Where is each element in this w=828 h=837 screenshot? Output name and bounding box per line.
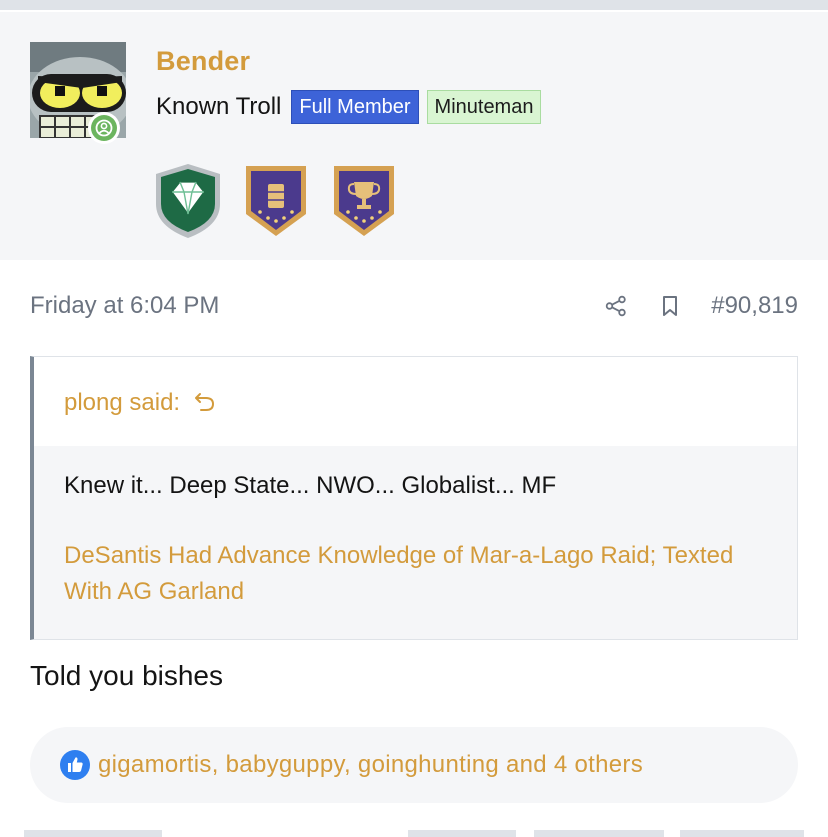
quote-author-link[interactable]: plong said: bbox=[64, 389, 180, 417]
share-icon[interactable] bbox=[603, 293, 629, 319]
user-info-panel: Bender Known Troll Full Member Minuteman bbox=[0, 12, 828, 260]
post-actions: #90,819 bbox=[575, 292, 798, 320]
quote-text: Knew it... Deep State... NWO... Globalis… bbox=[64, 472, 557, 499]
post-date-link[interactable]: Friday at 6:04 PM bbox=[30, 292, 219, 320]
top-divider bbox=[0, 0, 828, 10]
go-to-quote-icon[interactable] bbox=[194, 391, 216, 418]
username-link[interactable]: Bender bbox=[156, 46, 250, 77]
quote-content: Knew it... Deep State... NWO... Globalis… bbox=[34, 446, 797, 639]
bookmark-icon[interactable] bbox=[657, 293, 683, 319]
bottom-toolbar-edge bbox=[408, 830, 516, 837]
trophy-list bbox=[150, 160, 414, 240]
reactions-bar[interactable]: gigamortis, babyguppy, goinghunting and … bbox=[30, 727, 798, 803]
online-status-icon bbox=[88, 112, 120, 144]
quote-header: plong said: bbox=[34, 357, 797, 446]
quote-article-link[interactable]: DeSantis Had Advance Knowledge of Mar-a-… bbox=[64, 538, 754, 610]
reactions-list-link[interactable]: gigamortis, babyguppy, goinghunting and … bbox=[98, 751, 643, 779]
like-icon bbox=[60, 750, 90, 780]
user-title-row: Known Troll Full Member Minuteman bbox=[156, 90, 549, 124]
post-body-text: Told you bishes bbox=[30, 660, 224, 691]
quote-block: plong said: Knew it... Deep State... NWO… bbox=[30, 356, 798, 640]
purple-vest-badge-trophy-icon[interactable] bbox=[238, 160, 314, 240]
full-member-banner: Full Member bbox=[291, 90, 419, 124]
post-number-link[interactable]: #90,819 bbox=[711, 292, 798, 320]
bottom-toolbar-edge bbox=[24, 830, 162, 837]
minuteman-banner: Minuteman bbox=[426, 90, 542, 124]
user-title: Known Troll bbox=[156, 93, 282, 120]
bottom-toolbar-edge bbox=[680, 830, 804, 837]
diamond-shield-trophy-icon[interactable] bbox=[150, 160, 226, 240]
bottom-toolbar-edge bbox=[534, 830, 664, 837]
purple-cup-badge-trophy-icon[interactable] bbox=[326, 160, 402, 240]
